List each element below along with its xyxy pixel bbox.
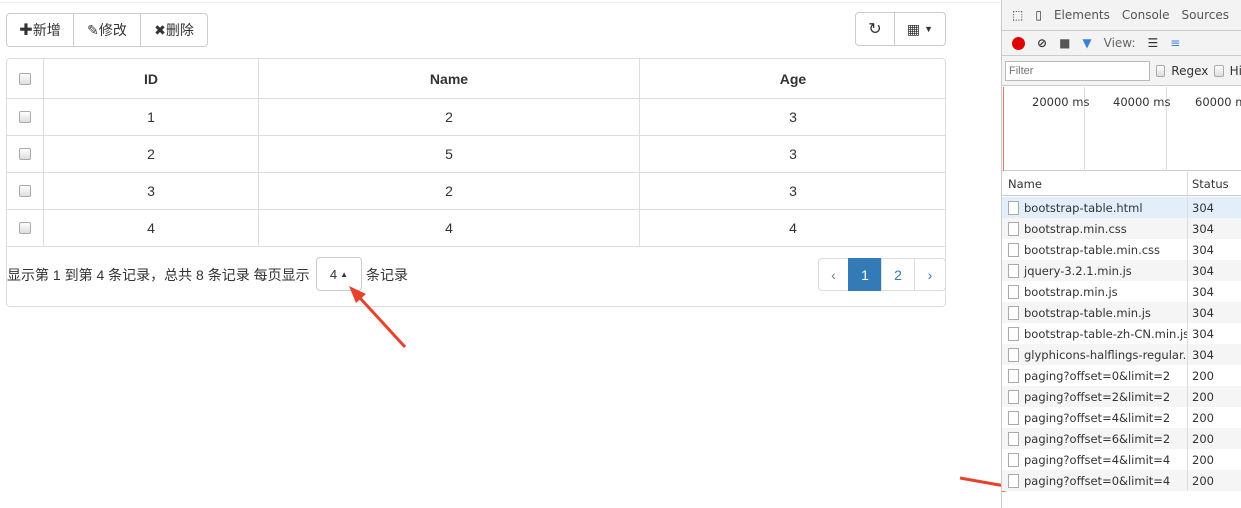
file-icon xyxy=(1008,242,1019,257)
request-status: 200 xyxy=(1192,410,1214,425)
name-column-header[interactable]: Name xyxy=(1002,172,1188,195)
record-icon[interactable] xyxy=(1012,36,1025,50)
filter-bar: Regex Hi xyxy=(1002,56,1241,86)
request-name-text: bootstrap-table-zh-CN.min.js xyxy=(1024,326,1188,341)
devtools-tabbar: ⬚ ▯ Elements Console Sources xyxy=(1002,0,1241,31)
request-row[interactable]: bootstrap-table.min.js 304 xyxy=(1002,302,1241,323)
hide-checkbox[interactable] xyxy=(1214,64,1224,77)
file-icon xyxy=(1008,389,1019,404)
request-row[interactable]: bootstrap-table-zh-CN.min.js 304 xyxy=(1002,323,1241,344)
file-icon xyxy=(1008,221,1019,236)
request-name-text: bootstrap-table.html xyxy=(1024,200,1143,215)
request-row[interactable]: bootstrap.min.js 304 xyxy=(1002,281,1241,302)
request-name-text: bootstrap.min.js xyxy=(1024,284,1118,299)
file-icon xyxy=(1008,410,1019,425)
request-status: 304 xyxy=(1192,242,1214,257)
list-view-icon[interactable]: ☰ xyxy=(1148,36,1159,50)
hide-label: Hi xyxy=(1229,63,1241,78)
file-icon xyxy=(1008,368,1019,383)
request-name: bootstrap-table-zh-CN.min.js xyxy=(1002,323,1188,344)
request-name: paging?offset=0&limit=4 xyxy=(1002,470,1188,491)
file-icon xyxy=(1008,347,1019,362)
request-name-text: paging?offset=6&limit=2 xyxy=(1024,431,1171,446)
network-toolbar: ⊘ ■ ▼ View: ☰ ≡ xyxy=(1002,31,1241,56)
request-name: paging?offset=0&limit=2 xyxy=(1002,365,1188,386)
request-status: 304 xyxy=(1192,326,1214,341)
device-icon[interactable]: ▯ xyxy=(1035,8,1042,22)
request-name: paging?offset=2&limit=2 xyxy=(1002,386,1188,407)
tab-elements[interactable]: Elements xyxy=(1054,8,1110,22)
request-name-text: bootstrap.min.css xyxy=(1024,221,1127,236)
request-status: 304 xyxy=(1192,200,1214,215)
request-name: bootstrap-table.min.css xyxy=(1002,239,1188,260)
request-row[interactable]: jquery-3.2.1.min.js 304 xyxy=(1002,260,1241,281)
request-name-text: bootstrap-table.min.css xyxy=(1024,242,1161,257)
request-name-text: paging?offset=0&limit=4 xyxy=(1024,473,1171,488)
timeline-overview[interactable]: 20000 ms 40000 ms 60000 ms xyxy=(1002,87,1241,171)
tab-console[interactable]: Console xyxy=(1122,8,1170,22)
request-name: bootstrap-table.html xyxy=(1002,197,1188,218)
file-icon xyxy=(1008,284,1019,299)
request-row[interactable]: paging?offset=0&limit=2 200 xyxy=(1002,365,1241,386)
request-status: 200 xyxy=(1192,473,1214,488)
file-icon xyxy=(1008,200,1019,215)
request-status: 200 xyxy=(1192,389,1214,404)
file-icon xyxy=(1008,263,1019,278)
regex-label: Regex xyxy=(1171,63,1209,78)
request-name: bootstrap.min.css xyxy=(1002,218,1188,239)
request-status: 304 xyxy=(1192,347,1214,362)
request-row[interactable]: paging?offset=6&limit=2 200 xyxy=(1002,428,1241,449)
request-name: bootstrap.min.js xyxy=(1002,281,1188,302)
timeline-tick: 20000 ms xyxy=(1032,95,1090,109)
request-row[interactable]: glyphicons-halflings-regular... 304 xyxy=(1002,344,1241,365)
request-name-text: paging?offset=0&limit=2 xyxy=(1024,368,1171,383)
filter-input[interactable] xyxy=(1005,60,1150,81)
request-row[interactable]: paging?offset=4&limit=4 200 xyxy=(1002,449,1241,470)
request-name-text: bootstrap-table.min.js xyxy=(1024,305,1151,320)
request-row[interactable]: paging?offset=0&limit=4 200 xyxy=(1002,470,1241,491)
request-row[interactable]: paging?offset=4&limit=2 200 xyxy=(1002,407,1241,428)
request-name: jquery-3.2.1.min.js xyxy=(1002,260,1188,281)
file-icon xyxy=(1008,431,1019,446)
timeline-tick: 60000 ms xyxy=(1195,95,1241,109)
request-name-text: paging?offset=2&limit=2 xyxy=(1024,389,1171,404)
request-row[interactable]: bootstrap.min.css 304 xyxy=(1002,218,1241,239)
request-name: paging?offset=4&limit=2 xyxy=(1002,407,1188,428)
file-icon xyxy=(1008,326,1019,341)
request-name: paging?offset=6&limit=2 xyxy=(1002,428,1188,449)
request-name: bootstrap-table.min.js xyxy=(1002,302,1188,323)
devtools-panel: ⬚ ▯ Elements Console Sources ⊘ ■ ▼ View: … xyxy=(1001,0,1241,508)
timeline-tick: 40000 ms xyxy=(1113,95,1171,109)
file-icon xyxy=(1008,452,1019,467)
inspect-icon[interactable]: ⬚ xyxy=(1012,8,1023,22)
tab-sources[interactable]: Sources xyxy=(1182,8,1229,22)
request-status: 200 xyxy=(1192,431,1214,446)
request-name-text: paging?offset=4&limit=4 xyxy=(1024,452,1171,467)
file-icon xyxy=(1008,305,1019,320)
arrow-to-page-size xyxy=(349,286,407,349)
request-row[interactable]: paging?offset=2&limit=2 200 xyxy=(1002,386,1241,407)
camera-icon[interactable]: ■ xyxy=(1059,36,1070,50)
view-label: View: xyxy=(1103,36,1136,50)
request-status: 304 xyxy=(1192,221,1214,236)
request-name-text: glyphicons-halflings-regular... xyxy=(1024,347,1188,362)
request-name: paging?offset=4&limit=4 xyxy=(1002,449,1188,470)
request-name-text: jquery-3.2.1.min.js xyxy=(1024,263,1132,278)
regex-checkbox[interactable] xyxy=(1156,64,1166,77)
request-row[interactable]: bootstrap-table.min.css 304 xyxy=(1002,239,1241,260)
file-icon xyxy=(1008,473,1019,488)
request-status: 200 xyxy=(1192,368,1214,383)
request-name-text: paging?offset=4&limit=2 xyxy=(1024,410,1171,425)
request-name: glyphicons-halflings-regular... xyxy=(1002,344,1188,365)
request-status: 304 xyxy=(1192,263,1214,278)
waterfall-icon[interactable]: ≡ xyxy=(1170,36,1180,50)
filter-icon[interactable]: ▼ xyxy=(1082,36,1091,50)
request-status: 304 xyxy=(1192,305,1214,320)
request-row[interactable]: bootstrap-table.html 304 xyxy=(1002,197,1241,218)
requests-header: Name Status xyxy=(1002,172,1241,196)
status-column-header[interactable]: Status xyxy=(1188,177,1229,191)
request-status: 304 xyxy=(1192,284,1214,299)
request-status: 200 xyxy=(1192,452,1214,467)
clear-icon[interactable]: ⊘ xyxy=(1037,36,1047,50)
